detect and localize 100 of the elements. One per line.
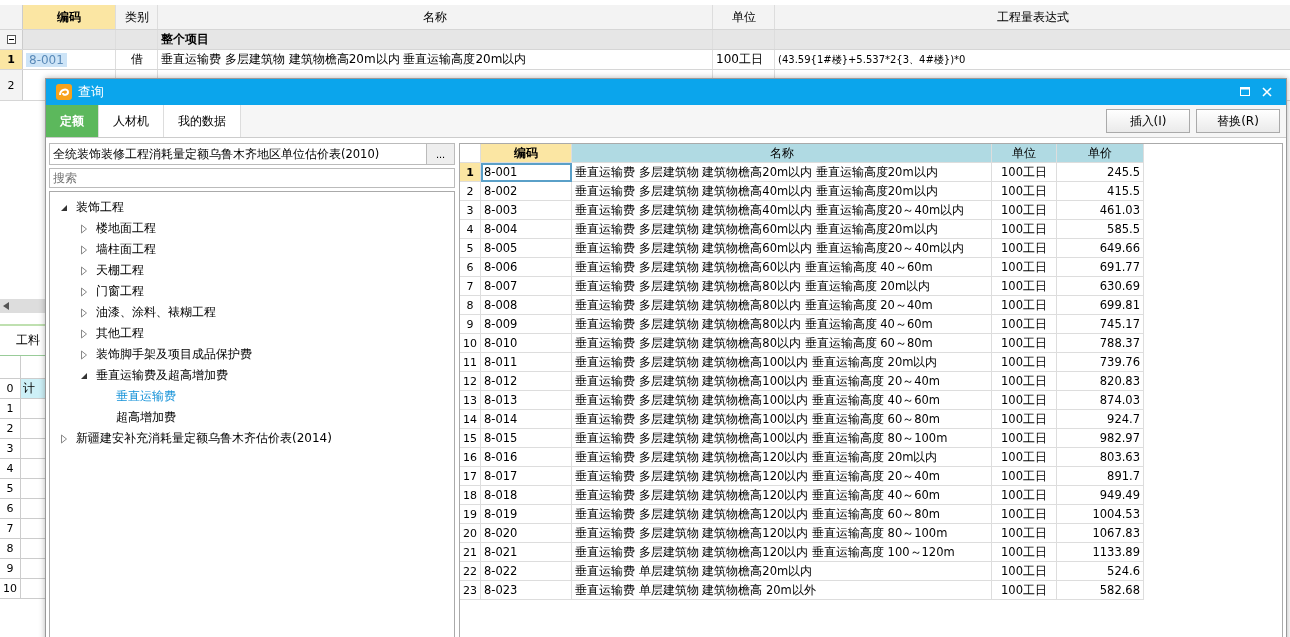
tree-item[interactable]: 垂直运输费及超高增加费 (96, 367, 228, 384)
table-cell: 垂直运输费 多层建筑物 建筑物檐高80以内 垂直运输高度 20～40m (575, 297, 933, 313)
table-cell: 垂直运输费 多层建筑物 建筑物檐高20m以内 垂直运输高度20m以内 (161, 51, 527, 68)
tree-item[interactable]: 楼地面工程 (96, 220, 156, 237)
row-number: 3 (466, 203, 474, 217)
table-cell: 100工日 (1001, 430, 1047, 446)
column-header[interactable]: 单位 (713, 5, 775, 29)
action-button[interactable]: 替换(R) (1196, 109, 1280, 133)
table-cell: 699.81 (1099, 298, 1140, 312)
tree-item[interactable]: 超高增加费 (116, 409, 176, 426)
row-number: 9 (466, 317, 474, 331)
row-number: 4 (6, 462, 14, 475)
collapsed-triangle-icon[interactable] (80, 328, 88, 339)
table-cell: 垂直运输费 多层建筑物 建筑物檐高60以内 垂直运输高度 40～60m (575, 259, 933, 275)
row-number: 8 (466, 298, 474, 312)
tree-item[interactable]: 垂直运输费 (116, 388, 176, 405)
table-cell: 垂直运输费 多层建筑物 建筑物檐高60m以内 垂直运输高度20m以内 (575, 221, 938, 237)
table-cell: 8-002 (484, 184, 518, 198)
tree-item[interactable]: 新疆建安补充消耗量定额乌鲁木齐估价表(2014) (76, 430, 332, 447)
table-cell: 计 (23, 380, 36, 397)
table-cell: 8-018 (484, 488, 518, 502)
collapsed-triangle-icon[interactable] (80, 265, 88, 276)
table-cell: 8-011 (484, 355, 518, 369)
table-cell: 垂直运输费 多层建筑物 建筑物檐高20m以内 垂直运输高度20m以内 (575, 164, 938, 180)
row-number: 13 (463, 393, 477, 407)
row-number: 5 (466, 241, 474, 255)
table-cell: 100工日 (1001, 506, 1047, 522)
table-cell: 582.68 (1099, 583, 1140, 597)
column-header[interactable]: 单价 (1057, 144, 1144, 163)
table-cell: 8-023 (484, 583, 518, 597)
row-number: 6 (6, 502, 14, 515)
row-number: 9 (6, 562, 14, 575)
table-cell: (43.59{1#楼}+5.537*2{3、4#楼})*0 (778, 52, 966, 67)
tree-item[interactable]: 天棚工程 (96, 262, 144, 279)
row-number: 7 (6, 522, 14, 535)
table-cell: 垂直运输费 多层建筑物 建筑物檐高40m以内 垂直运输高度20m以内 (575, 183, 938, 199)
action-button[interactable]: 插入(I) (1106, 109, 1190, 133)
table-cell: 100工日 (1001, 411, 1047, 427)
table-cell: 8-013 (484, 393, 518, 407)
tree-item[interactable]: 油漆、涂料、裱糊工程 (96, 304, 216, 321)
collapsed-triangle-icon[interactable] (60, 433, 68, 444)
collapsed-triangle-icon[interactable] (80, 286, 88, 297)
table-cell: 8-017 (484, 469, 518, 483)
table-cell: 垂直运输费 多层建筑物 建筑物檐高120以内 垂直运输高度 20～40m (575, 468, 941, 484)
collapsed-triangle-icon[interactable] (80, 244, 88, 255)
table-cell: 8-008 (484, 298, 518, 312)
column-header[interactable]: 单位 (992, 144, 1057, 163)
column-header[interactable]: 名称 (572, 144, 992, 163)
table-cell: 803.63 (1099, 450, 1140, 464)
left-arrow-icon[interactable] (3, 302, 9, 310)
row-number: 17 (463, 469, 477, 483)
row-number: 10 (3, 582, 17, 595)
row-number: 5 (6, 482, 14, 495)
tree-item[interactable]: 装饰工程 (76, 199, 124, 216)
table-cell: 100工日 (1001, 183, 1047, 199)
collapsed-triangle-icon[interactable] (80, 223, 88, 234)
table-cell: 垂直运输费 多层建筑物 建筑物檐高120以内 垂直运输高度 60～80m (575, 506, 941, 522)
tree-item[interactable]: 门窗工程 (96, 283, 144, 300)
expanded-triangle-icon[interactable] (60, 203, 68, 212)
table-cell: 100工日 (1001, 449, 1047, 465)
table-cell: 100工日 (1001, 259, 1047, 275)
table-cell: 524.6 (1107, 564, 1140, 578)
tab[interactable]: 我的数据 (164, 105, 241, 137)
tree-item[interactable]: 墙柱面工程 (96, 241, 156, 258)
column-header[interactable]: 类别 (116, 5, 158, 29)
table-cell: 982.97 (1099, 431, 1140, 445)
table-cell: 垂直运输费 多层建筑物 建筑物檐高120以内 垂直运输高度 100～120m (575, 544, 955, 560)
expanded-triangle-icon[interactable] (80, 371, 88, 380)
tab[interactable]: 人材机 (99, 105, 164, 137)
search-field[interactable]: 搜索 (49, 168, 455, 188)
table-cell: 8-015 (484, 431, 518, 445)
row-number: 2 (7, 78, 15, 92)
collapsed-triangle-icon[interactable] (80, 307, 88, 318)
table-cell: 8-019 (484, 507, 518, 521)
tree-item[interactable]: 装饰脚手架及项目成品保护费 (96, 346, 252, 363)
row-number: 3 (6, 442, 14, 455)
column-header[interactable]: 工程量表达式 (775, 5, 1290, 29)
scrollbar[interactable] (0, 299, 45, 313)
maximize-icon[interactable] (1240, 87, 1250, 97)
table-cell: 100工日 (1001, 392, 1047, 408)
collapse-icon[interactable] (6, 35, 16, 44)
column-header[interactable]: 编码 (23, 5, 116, 29)
table-cell: 649.66 (1099, 241, 1140, 255)
row-number: 10 (463, 336, 477, 350)
table-cell: 垂直运输费 多层建筑物 建筑物檐高60m以内 垂直运输高度20～40m以内 (575, 240, 965, 256)
row-number: 22 (463, 564, 477, 578)
table-cell: 415.5 (1107, 184, 1140, 198)
table-cell: 垂直运输费 多层建筑物 建筑物檐高80以内 垂直运输高度 60～80m (575, 335, 933, 351)
row-number: 19 (463, 507, 477, 521)
table-cell: 8-016 (484, 450, 518, 464)
row-number: 14 (463, 412, 477, 426)
table-cell: 8-003 (484, 203, 518, 217)
row-number: 23 (463, 583, 477, 597)
column-header[interactable]: 名称 (158, 5, 713, 29)
column-header[interactable]: 编码 (481, 144, 572, 163)
close-icon[interactable] (1262, 87, 1272, 97)
tree-item[interactable]: 其他工程 (96, 325, 144, 342)
collapsed-triangle-icon[interactable] (80, 349, 88, 360)
row-number: 1 (466, 165, 474, 179)
table-cell: 100工日 (1001, 335, 1047, 351)
